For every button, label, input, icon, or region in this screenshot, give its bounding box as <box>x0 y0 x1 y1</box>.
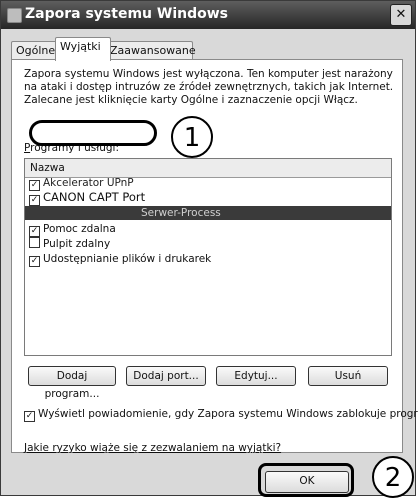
tab-general[interactable]: Ogólne <box>11 41 61 60</box>
tab-advanced[interactable]: Zaawansowane <box>105 41 196 60</box>
checkbox[interactable]: ✓ <box>29 256 40 267</box>
list-item-label: CANON CAPT Port <box>43 190 146 204</box>
list-item-selected[interactable]: Serwer-Process <box>25 206 391 220</box>
close-icon[interactable]: ✕ <box>390 4 412 26</box>
callout-number-1: 1 <box>171 116 213 158</box>
list-item-label: Serwer-Process <box>141 207 221 219</box>
exceptions-panel: Zapora systemu Windows jest wyłączona. T… <box>11 59 418 454</box>
checkbox[interactable]: ✓ <box>29 195 40 206</box>
firewall-app-icon <box>7 8 22 23</box>
edit-button[interactable]: Edytuj... <box>216 366 296 386</box>
checkbox[interactable]: ✓ <box>29 226 40 237</box>
risk-help-link[interactable]: Jakie ryzyko wiąże się z zezwalaniem na … <box>24 442 281 454</box>
list-item-file-printer-sharing[interactable]: ✓ Udostępnianie plików i drukarek <box>29 252 212 267</box>
list-item-remote-desktop[interactable]: Pulpit zdalny <box>29 237 110 251</box>
tab-exceptions[interactable]: Wyjątki <box>55 37 111 61</box>
callout-number-2: 2 <box>372 456 414 498</box>
list-item-label: Pulpit zdalny <box>43 238 111 250</box>
notify-option[interactable]: ✓ Wyświetl powiadomienie, gdy Zapora syst… <box>24 408 418 422</box>
callout-highlight-ok <box>258 463 354 497</box>
notify-label: Wyświetl powiadomienie, gdy Zapora syste… <box>38 408 418 420</box>
add-program-button[interactable]: Dodaj program... <box>28 366 116 400</box>
checkbox[interactable] <box>29 237 40 248</box>
list-item-canon-capt-port[interactable]: ✓ CANON CAPT Port <box>29 190 146 206</box>
notify-checkbox[interactable]: ✓ <box>24 411 35 422</box>
title-bar[interactable]: Zapora systemu Windows ✕ <box>1 1 415 29</box>
programs-list[interactable]: Nazwa ✓ Akcelerator UPnP ✓ CANON CAPT Port… <box>24 158 392 356</box>
firewall-dialog: Zapora systemu Windows ✕ Ogólne Wyjątki … <box>0 0 418 498</box>
firewall-off-warning: Zapora systemu Windows jest wyłączona. T… <box>24 68 394 106</box>
list-item-remote-assistance[interactable]: ✓ Pomoc zdalna <box>29 222 116 237</box>
list-item-label: Udostępnianie plików i drukarek <box>43 253 212 265</box>
window-title: Zapora systemu Windows <box>25 6 228 22</box>
list-item-upnp[interactable]: ✓ Akcelerator UPnP <box>29 176 134 191</box>
delete-button[interactable]: Usuń <box>308 366 388 386</box>
callout-highlight-canon <box>29 120 157 146</box>
add-port-button[interactable]: Dodaj port... <box>126 366 206 386</box>
list-item-label: Akcelerator UPnP <box>43 177 134 189</box>
list-item-label: Pomoc zdalna <box>43 223 116 235</box>
